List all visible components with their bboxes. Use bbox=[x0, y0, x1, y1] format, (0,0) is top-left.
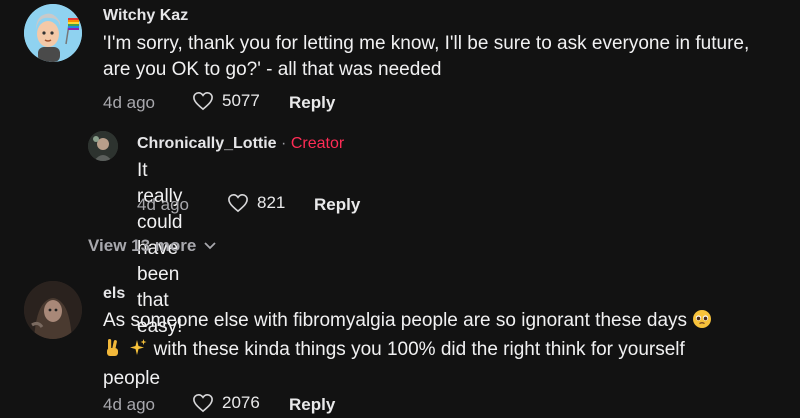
comment-line-3: people bbox=[103, 368, 161, 389]
victory-hand-icon bbox=[103, 338, 123, 366]
like-button[interactable]: 821 bbox=[227, 193, 285, 213]
like-count: 821 bbox=[257, 193, 286, 212]
profile-photo-icon bbox=[88, 131, 118, 161]
avatar[interactable] bbox=[24, 281, 82, 339]
heart-icon bbox=[193, 393, 213, 413]
like-count: 2076 bbox=[222, 393, 260, 412]
creator-badge: Creator bbox=[290, 135, 345, 152]
timestamp: 4d ago bbox=[103, 395, 155, 414]
like-count: 5077 bbox=[222, 91, 260, 110]
reply-button[interactable]: Reply bbox=[289, 93, 335, 113]
comment-line-1: As someone else with fibromyalgia people… bbox=[103, 308, 783, 337]
username[interactable]: els bbox=[103, 285, 125, 303]
view-more-label: View 13 more bbox=[88, 236, 197, 255]
chevron-down-icon bbox=[204, 242, 216, 250]
reply-button[interactable]: Reply bbox=[314, 195, 360, 215]
view-more-replies-button[interactable]: View 13 more bbox=[88, 236, 216, 256]
avatar[interactable] bbox=[24, 4, 82, 62]
like-button[interactable]: 2076 bbox=[192, 393, 260, 413]
comment-line-2: with these kinda things you 100% did the… bbox=[103, 337, 783, 366]
comment-text: 'I'm sorry, thank you for letting me kno… bbox=[103, 33, 750, 80]
timestamp: 4d ago bbox=[137, 195, 189, 214]
comment-text: As someone else with fibromyalgia people… bbox=[103, 308, 783, 392]
like-button[interactable]: 5077 bbox=[192, 91, 260, 111]
creator-name[interactable]: Chronically_Lottie bbox=[137, 135, 277, 152]
separator: · bbox=[281, 135, 287, 152]
reply-button[interactable]: Reply bbox=[289, 395, 335, 415]
heart-icon bbox=[228, 193, 248, 213]
heart-icon bbox=[193, 91, 213, 111]
timestamp: 4d ago bbox=[103, 93, 155, 112]
sparkles-icon bbox=[128, 338, 148, 366]
username[interactable]: Chronically_Lottie · Creator bbox=[137, 135, 344, 153]
profile-photo-icon bbox=[24, 281, 82, 339]
comment-text-segment: As someone else with fibromyalgia people… bbox=[103, 310, 688, 331]
avatar[interactable] bbox=[88, 131, 118, 161]
comment-text-segment: with these kinda things you 100% did the… bbox=[153, 339, 685, 360]
memoji-avatar-icon bbox=[24, 4, 82, 62]
pleading-face-icon bbox=[692, 309, 712, 337]
username[interactable]: Witchy Kaz bbox=[103, 7, 188, 25]
